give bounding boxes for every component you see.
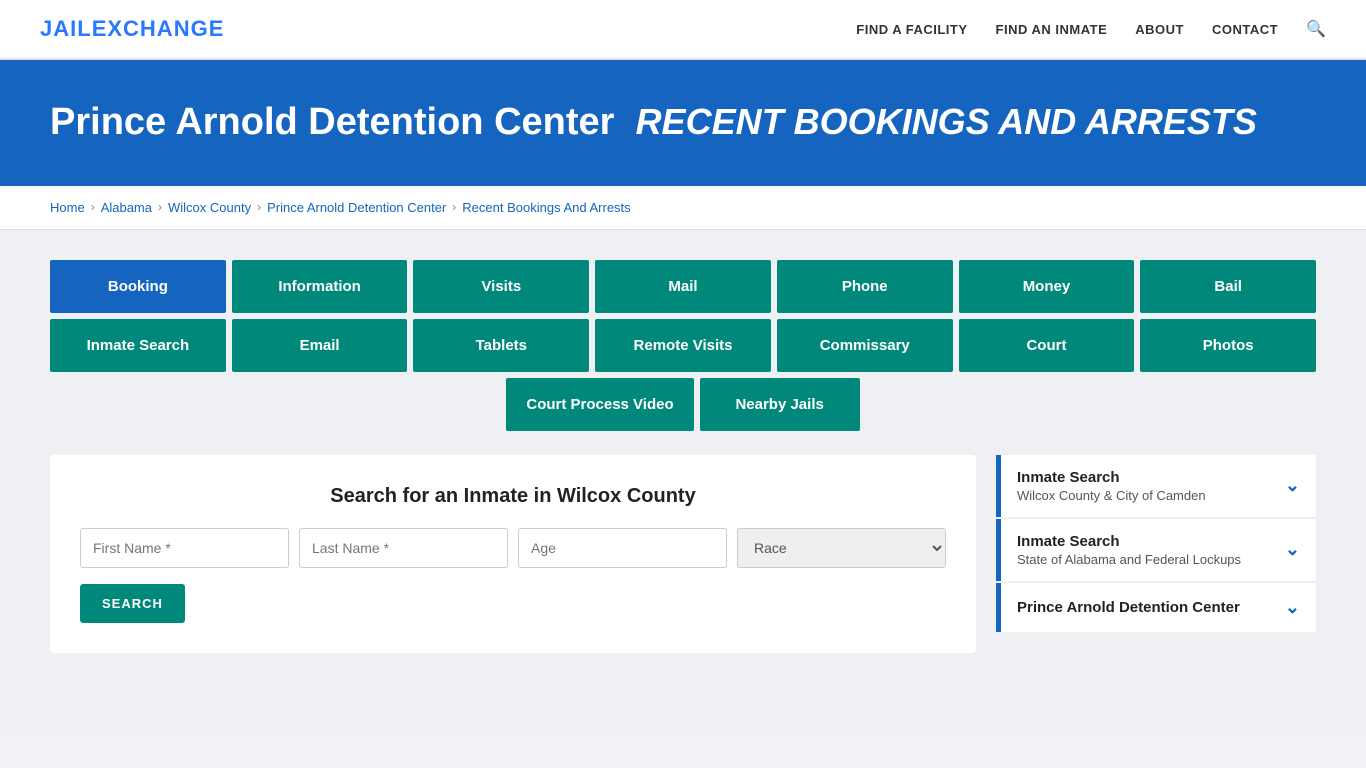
chevron-down-icon-2: ⌄ — [1285, 539, 1300, 560]
main-content: Booking Information Visits Mail Phone Mo… — [0, 230, 1366, 730]
nav-find-inmate[interactable]: FIND AN INMATE — [996, 22, 1108, 37]
btn-phone[interactable]: Phone — [777, 260, 953, 313]
inmate-search-panel: Search for an Inmate in Wilcox County Ra… — [50, 455, 976, 653]
logo-jail: JAIL — [40, 16, 92, 41]
search-title: Search for an Inmate in Wilcox County — [80, 485, 946, 508]
button-row-1: Booking Information Visits Mail Phone Mo… — [50, 260, 1316, 313]
sidebar-item-wilcox[interactable]: Inmate Search Wilcox County & City of Ca… — [996, 455, 1316, 517]
breadcrumb-home[interactable]: Home — [50, 200, 85, 215]
hero-section: Prince Arnold Detention Center RECENT BO… — [0, 60, 1366, 186]
sidebar-title-2: Inmate Search — [1017, 533, 1241, 550]
btn-visits[interactable]: Visits — [413, 260, 589, 313]
sidebar-item-prince-arnold[interactable]: Prince Arnold Detention Center ⌄ — [996, 583, 1316, 632]
breadcrumb-current: Recent Bookings And Arrests — [462, 200, 630, 215]
btn-inmate-search[interactable]: Inmate Search — [50, 319, 226, 372]
logo-exchange: EXCHANGE — [92, 16, 225, 41]
sidebar-item-alabama[interactable]: Inmate Search State of Alabama and Feder… — [996, 519, 1316, 581]
nav-links: FIND A FACILITY FIND AN INMATE ABOUT CON… — [856, 19, 1326, 39]
nav-about[interactable]: ABOUT — [1135, 22, 1184, 37]
sep-1: › — [91, 200, 95, 214]
sep-3: › — [257, 200, 261, 214]
btn-photos[interactable]: Photos — [1140, 319, 1316, 372]
btn-mail[interactable]: Mail — [595, 260, 771, 313]
btn-tablets[interactable]: Tablets — [413, 319, 589, 372]
sep-2: › — [158, 200, 162, 214]
btn-commissary[interactable]: Commissary — [777, 319, 953, 372]
race-select[interactable]: Race White Black Hispanic Asian Other — [737, 528, 946, 568]
first-name-input[interactable] — [80, 528, 289, 568]
nav-contact[interactable]: CONTACT — [1212, 22, 1278, 37]
navbar: JAILEXCHANGE FIND A FACILITY FIND AN INM… — [0, 0, 1366, 60]
sidebar-subtitle-2: State of Alabama and Federal Lockups — [1017, 552, 1241, 567]
breadcrumb-wilcox[interactable]: Wilcox County — [168, 200, 251, 215]
chevron-down-icon-3: ⌄ — [1285, 597, 1300, 618]
btn-money[interactable]: Money — [959, 260, 1135, 313]
last-name-input[interactable] — [299, 528, 508, 568]
btn-remote-visits[interactable]: Remote Visits — [595, 319, 771, 372]
btn-booking[interactable]: Booking — [50, 260, 226, 313]
button-row-2: Inmate Search Email Tablets Remote Visit… — [50, 319, 1316, 372]
search-fields: Race White Black Hispanic Asian Other — [80, 528, 946, 568]
page-title: Prince Arnold Detention Center RECENT BO… — [50, 100, 1316, 146]
btn-court-process-video[interactable]: Court Process Video — [506, 378, 693, 431]
breadcrumb: Home › Alabama › Wilcox County › Prince … — [0, 186, 1366, 230]
content-area: Search for an Inmate in Wilcox County Ra… — [50, 455, 1316, 653]
breadcrumb-alabama[interactable]: Alabama — [101, 200, 152, 215]
site-logo[interactable]: JAILEXCHANGE — [40, 16, 224, 42]
chevron-down-icon-1: ⌄ — [1285, 475, 1300, 496]
nav-button-grid: Booking Information Visits Mail Phone Mo… — [50, 260, 1316, 431]
button-row-3: Court Process Video Nearby Jails — [50, 378, 1316, 431]
sidebar-title-1: Inmate Search — [1017, 469, 1206, 486]
search-button[interactable]: SEARCH — [80, 584, 185, 623]
btn-bail[interactable]: Bail — [1140, 260, 1316, 313]
sidebar-title-3: Prince Arnold Detention Center — [1017, 599, 1240, 616]
nav-find-facility[interactable]: FIND A FACILITY — [856, 22, 967, 37]
sidebar: Inmate Search Wilcox County & City of Ca… — [996, 455, 1316, 634]
btn-court[interactable]: Court — [959, 319, 1135, 372]
age-input[interactable] — [518, 528, 727, 568]
btn-nearby-jails[interactable]: Nearby Jails — [700, 378, 860, 431]
sep-4: › — [452, 200, 456, 214]
sidebar-subtitle-1: Wilcox County & City of Camden — [1017, 488, 1206, 503]
search-icon[interactable]: 🔍 — [1306, 19, 1326, 39]
btn-email[interactable]: Email — [232, 319, 408, 372]
btn-information[interactable]: Information — [232, 260, 408, 313]
breadcrumb-center[interactable]: Prince Arnold Detention Center — [267, 200, 446, 215]
